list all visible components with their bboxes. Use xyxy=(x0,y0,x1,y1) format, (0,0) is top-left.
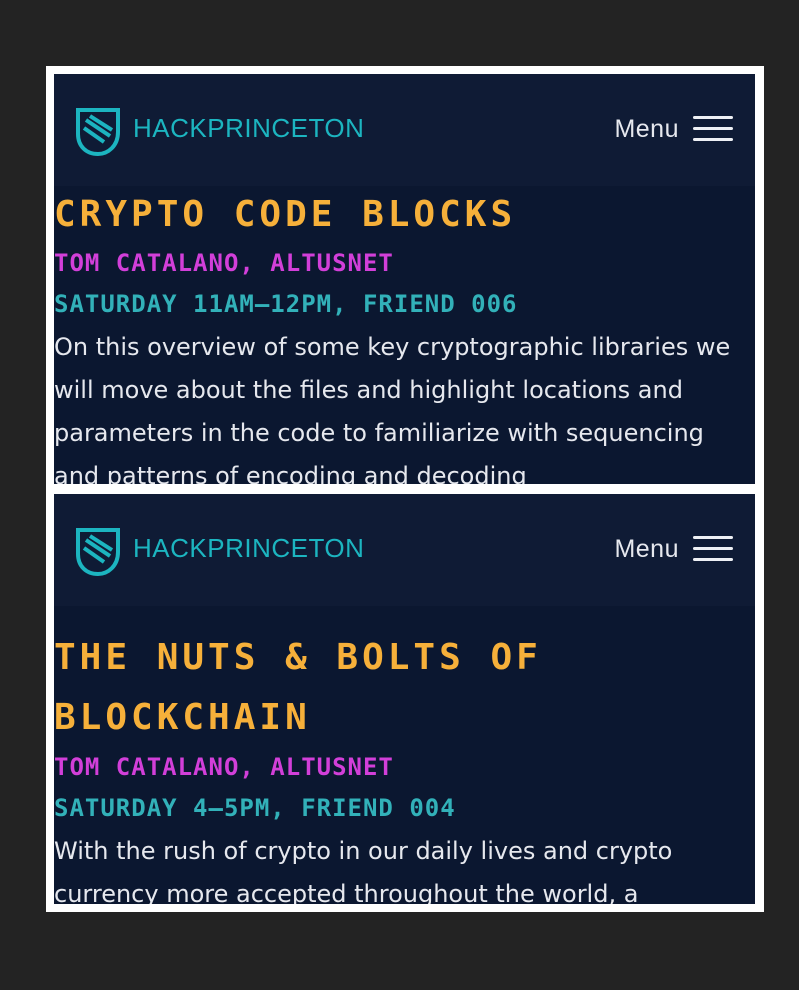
hamburger-icon xyxy=(693,114,733,144)
navbar: HACKPRINCETON Menu xyxy=(54,74,755,186)
session-title: THE NUTS & BOLTS OF BLOCKCHAIN xyxy=(54,637,542,738)
session-content: THE NUTS & BOLTS OF BLOCKCHAIN TOM CATAL… xyxy=(54,628,755,904)
session-title: CRYPTO CODE BLOCKS xyxy=(54,194,517,235)
brand-name[interactable]: HACKPRINCETON xyxy=(133,113,364,144)
session-content: CRYPTO CODE BLOCKS TOM CATALANO, ALTUSNE… xyxy=(54,186,755,484)
session-speaker: TOM CATALANO, ALTUSNET xyxy=(54,753,394,781)
session-time-location: SATURDAY 4–5PM, FRIEND 004 xyxy=(54,794,456,822)
menu-label: Menu xyxy=(614,534,679,563)
session-speaker: TOM CATALANO, ALTUSNET xyxy=(54,249,394,277)
session-time-location: SATURDAY 11AM–12PM, FRIEND 006 xyxy=(54,290,518,318)
hamburger-icon xyxy=(693,534,733,564)
session-panel-2: HACKPRINCETON Menu THE NUTS & BOLTS OF B… xyxy=(54,494,755,904)
hackprinceton-shield-logo-icon[interactable] xyxy=(72,526,124,578)
brand-name[interactable]: HACKPRINCETON xyxy=(133,533,364,564)
menu-label: Menu xyxy=(614,114,679,143)
session-description: With the rush of crypto in our daily liv… xyxy=(54,837,673,904)
hackprinceton-shield-logo-icon[interactable] xyxy=(72,106,124,158)
navbar: HACKPRINCETON Menu xyxy=(54,494,755,606)
menu-button[interactable]: Menu xyxy=(614,534,733,564)
session-panel-1: HACKPRINCETON Menu CRYPTO CODE BLOCKS TO… xyxy=(54,74,755,484)
menu-button[interactable]: Menu xyxy=(614,114,733,144)
screenshot-frame: HACKPRINCETON Menu CRYPTO CODE BLOCKS TO… xyxy=(46,66,764,912)
session-description: On this overview of some key cryptograph… xyxy=(54,333,731,484)
